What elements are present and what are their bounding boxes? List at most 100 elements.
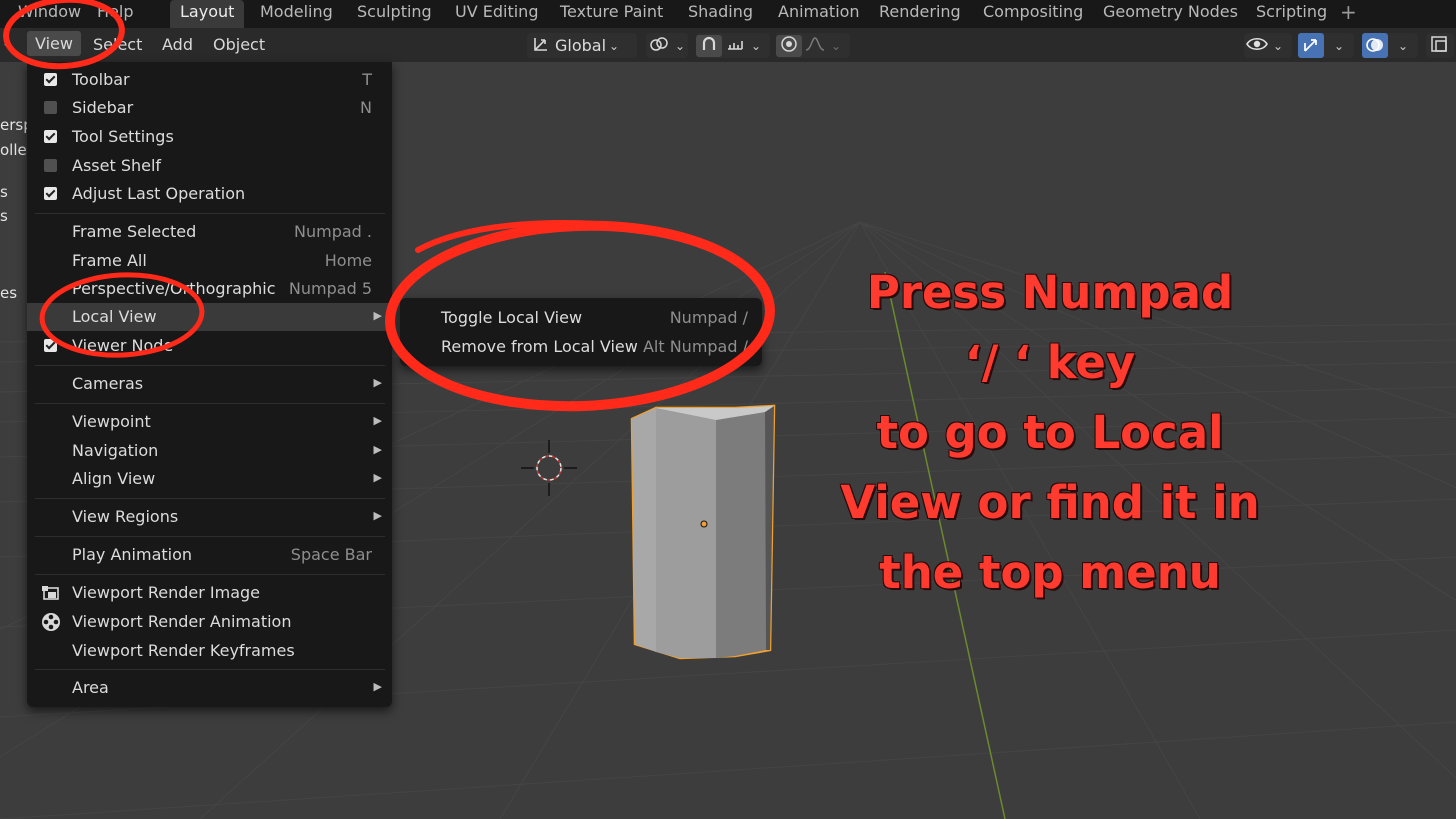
menu-separator bbox=[35, 536, 385, 537]
select-menu-button[interactable]: Select bbox=[93, 35, 142, 54]
xray-icon[interactable] bbox=[1426, 35, 1452, 57]
annotation-line: Press Numpad bbox=[866, 266, 1234, 319]
submenu-arrow-icon: ▶ bbox=[373, 414, 382, 427]
snap-increment-icon[interactable] bbox=[722, 35, 748, 57]
submenu-arrow-icon: ▶ bbox=[373, 471, 382, 484]
chevron-down-icon: ⌄ bbox=[675, 38, 686, 53]
menu-item-adjust-last-operation[interactable]: Adjust Last Operation bbox=[27, 180, 392, 208]
gizmo-dropdown[interactable]: ⌄ bbox=[1298, 33, 1354, 58]
menu-item-frame-selected[interactable]: Frame Selected Numpad . bbox=[27, 218, 392, 246]
chevron-down-icon: ⌄ bbox=[831, 38, 842, 53]
menu-item-viewport-render-keyframes[interactable]: Viewport Render Keyframes bbox=[27, 637, 392, 665]
render-image-icon bbox=[40, 583, 62, 603]
annotation-line: the top menu bbox=[879, 546, 1221, 599]
menu-item-viewport-render-image[interactable]: Viewport Render Image bbox=[27, 579, 392, 607]
submenu-arrow-icon: ▶ bbox=[373, 443, 382, 456]
menu-separator bbox=[35, 498, 385, 499]
xray-toggle[interactable] bbox=[1426, 33, 1454, 58]
annotation-line: ‘/ ‘ key bbox=[964, 336, 1136, 389]
chevron-down-icon: ⌄ bbox=[1398, 38, 1409, 53]
viewport-header: ⌄ View Select Add Object Global ⌄ ⌄ ⌄ ⌄ … bbox=[0, 28, 1456, 62]
menu-item-viewpoint[interactable]: Viewpoint ▶ bbox=[27, 408, 392, 436]
viewport-info-fragment: es bbox=[0, 284, 18, 302]
editor-type-chevron-icon[interactable]: ⌄ bbox=[2, 36, 12, 50]
tab-rendering[interactable]: Rendering bbox=[869, 0, 971, 28]
checkbox-checked[interactable] bbox=[44, 130, 57, 143]
tab-geometry-nodes[interactable]: Geometry Nodes bbox=[1093, 0, 1248, 28]
tab-shading[interactable]: Shading bbox=[678, 0, 763, 28]
selected-cylinder bbox=[630, 404, 776, 660]
gizmo-icon[interactable] bbox=[1298, 33, 1324, 58]
menu-item-toolbar[interactable]: Toolbar T bbox=[27, 66, 392, 94]
menu-item-viewport-render-animation[interactable]: Viewport Render Animation bbox=[27, 608, 392, 636]
tutorial-annotation: Press Numpad ‘/ ‘ key to go to Local Vie… bbox=[830, 258, 1270, 608]
menu-item-view-regions[interactable]: View Regions ▶ bbox=[27, 503, 392, 531]
checkbox-unchecked[interactable] bbox=[44, 159, 57, 172]
menu-item-tool-settings[interactable]: Tool Settings bbox=[27, 123, 392, 151]
visibility-icon bbox=[1244, 35, 1270, 57]
render-animation-icon bbox=[40, 612, 62, 632]
tab-texture-paint[interactable]: Texture Paint bbox=[550, 0, 673, 28]
overlay-icon[interactable] bbox=[1362, 33, 1388, 58]
proportional-edit-icon[interactable] bbox=[776, 34, 802, 57]
chevron-down-icon: ⌄ bbox=[1273, 38, 1284, 53]
view-menu-button[interactable]: View bbox=[27, 31, 81, 56]
checkbox-checked[interactable] bbox=[44, 187, 57, 200]
help-menu[interactable]: Help bbox=[97, 2, 133, 21]
add-menu-button[interactable]: Add bbox=[162, 35, 193, 54]
view-dropdown-menu: Toolbar T Sidebar N Tool Settings Asset … bbox=[27, 62, 392, 707]
chevron-down-icon: ⌄ bbox=[751, 38, 762, 53]
pivot-dropdown[interactable]: ⌄ bbox=[646, 33, 688, 58]
pivot-icon bbox=[646, 35, 672, 57]
proportional-edit-group[interactable]: ⌄ bbox=[776, 33, 850, 58]
menu-separator bbox=[35, 403, 385, 404]
menu-item-align-view[interactable]: Align View ▶ bbox=[27, 465, 392, 493]
menu-item-play-animation[interactable]: Play Animation Space Bar bbox=[27, 541, 392, 569]
overlay-dropdown[interactable]: ⌄ bbox=[1362, 33, 1418, 58]
chevron-down-icon: ⌄ bbox=[1334, 38, 1345, 53]
menu-item-toggle-local-view[interactable]: Toggle Local View Numpad / bbox=[400, 303, 762, 331]
menu-item-local-view[interactable]: Local View ▶ bbox=[27, 303, 392, 331]
object-menu-button[interactable]: Object bbox=[213, 35, 265, 54]
menu-item-frame-all[interactable]: Frame All Home bbox=[27, 247, 392, 275]
tab-animation[interactable]: Animation bbox=[768, 0, 870, 28]
tab-scripting[interactable]: Scripting bbox=[1246, 0, 1337, 28]
checkbox-unchecked[interactable] bbox=[44, 101, 57, 114]
menu-item-area[interactable]: Area ▶ bbox=[27, 674, 392, 702]
checkbox-checked[interactable] bbox=[44, 73, 57, 86]
viewport-info-fragment: s bbox=[0, 183, 8, 201]
transform-orientation-icon bbox=[527, 35, 555, 57]
tab-layout[interactable]: Layout bbox=[170, 0, 245, 28]
tab-modeling[interactable]: Modeling bbox=[250, 0, 343, 28]
menu-item-sidebar[interactable]: Sidebar N bbox=[27, 94, 392, 122]
tab-uv-editing[interactable]: UV Editing bbox=[445, 0, 548, 28]
menu-item-perspective-orthographic[interactable]: Perspective/Orthographic Numpad 5 bbox=[27, 275, 392, 303]
transform-orientation-value: Global bbox=[555, 36, 607, 55]
snap-icon[interactable] bbox=[696, 34, 722, 57]
menu-separator bbox=[35, 669, 385, 670]
local-view-submenu: Toggle Local View Numpad / Remove from L… bbox=[400, 298, 762, 366]
menu-separator bbox=[35, 574, 385, 575]
snapping-group[interactable]: ⌄ bbox=[696, 33, 770, 58]
annotation-line: to go to Local bbox=[876, 406, 1224, 459]
submenu-arrow-icon: ▶ bbox=[373, 376, 382, 389]
menu-separator bbox=[35, 213, 385, 214]
chevron-down-icon: ⌄ bbox=[609, 38, 620, 53]
add-workspace-button[interactable]: + bbox=[1340, 0, 1357, 24]
menu-item-asset-shelf[interactable]: Asset Shelf bbox=[27, 152, 392, 180]
transform-orientation-dropdown[interactable]: Global ⌄ bbox=[527, 33, 637, 58]
submenu-arrow-icon: ▶ bbox=[373, 509, 382, 522]
falloff-icon[interactable] bbox=[802, 35, 828, 57]
3d-cursor bbox=[521, 440, 577, 496]
window-menu[interactable]: Window bbox=[18, 2, 81, 21]
menu-item-viewer-node[interactable]: Viewer Node bbox=[27, 332, 392, 360]
workspace-topbar: Window Help Layout Modeling Sculpting UV… bbox=[0, 0, 1456, 28]
menu-item-remove-from-local-view[interactable]: Remove from Local View Alt Numpad / bbox=[400, 332, 762, 360]
tab-compositing[interactable]: Compositing bbox=[973, 0, 1093, 28]
tab-sculpting[interactable]: Sculpting bbox=[347, 0, 442, 28]
submenu-arrow-icon: ▶ bbox=[373, 680, 382, 693]
menu-item-navigation[interactable]: Navigation ▶ bbox=[27, 437, 392, 465]
visibility-dropdown[interactable]: ⌄ bbox=[1244, 33, 1292, 58]
menu-item-cameras[interactable]: Cameras ▶ bbox=[27, 370, 392, 398]
checkbox-checked[interactable] bbox=[44, 339, 57, 352]
